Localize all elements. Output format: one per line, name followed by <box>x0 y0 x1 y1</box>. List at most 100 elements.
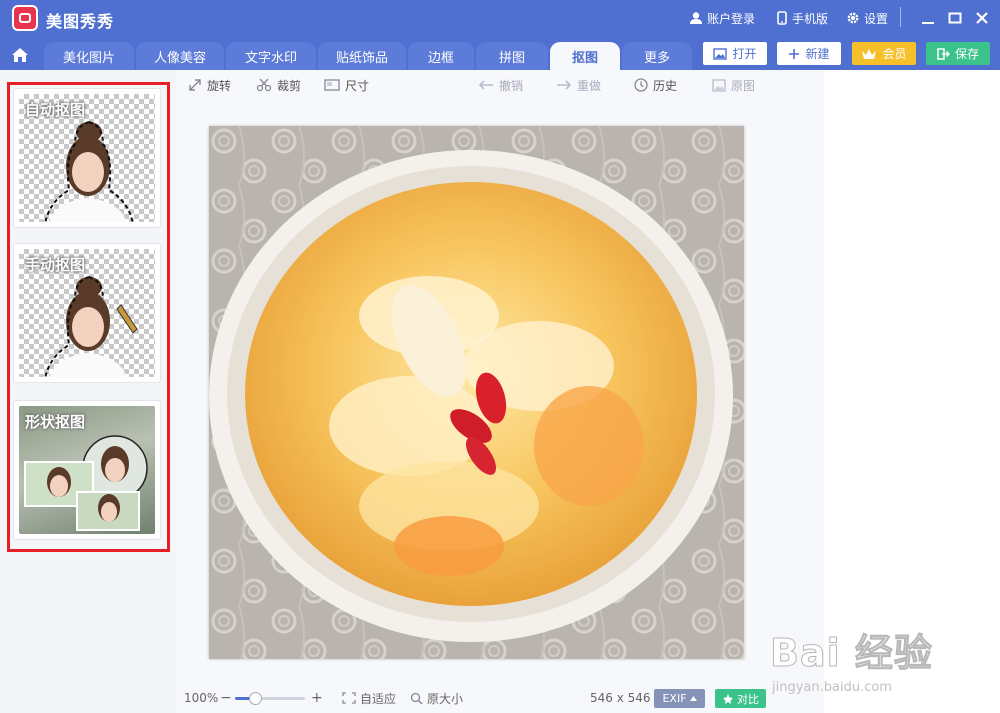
mobile-version-button[interactable]: 手机版 <box>776 9 828 27</box>
tab-text-watermark[interactable]: 文字水印 <box>226 42 316 70</box>
magnifier-icon <box>410 692 423 705</box>
home-icon <box>12 48 28 62</box>
shape-cutout-label: 形状抠图 <box>25 413 86 431</box>
clock-icon <box>634 78 648 92</box>
redo-tool[interactable]: 重做 <box>556 77 601 93</box>
zoom-slider[interactable] <box>235 692 305 705</box>
fit-window-button[interactable]: 自适应 <box>342 690 396 706</box>
rotate-label: 旋转 <box>207 78 232 93</box>
shape-cutout-thumbnail: 形状抠图 <box>19 406 155 534</box>
settings-button[interactable]: 设置 <box>846 9 888 27</box>
size-tool[interactable]: 尺寸 <box>324 77 369 93</box>
tab-label: 更多 <box>643 50 670 66</box>
size-label: 尺寸 <box>345 78 370 93</box>
tab-beautify[interactable]: 美化图片 <box>44 42 134 70</box>
home-button[interactable] <box>8 44 32 66</box>
soup-bowl-photo[interactable] <box>209 126 744 659</box>
undo-tool[interactable]: 撤销 <box>478 77 523 93</box>
tab-label: 人像美容 <box>153 50 206 66</box>
minimize-button[interactable] <box>918 8 938 28</box>
zoom-slider-knob[interactable] <box>248 692 262 705</box>
tab-label: 拼图 <box>498 50 525 66</box>
tab-portrait[interactable]: 人像美容 <box>136 42 224 70</box>
tab-label: 边框 <box>427 50 454 66</box>
rotate-icon <box>189 79 201 91</box>
phone-icon <box>777 11 787 25</box>
resize-icon <box>324 79 340 91</box>
redo-label: 重做 <box>577 78 602 93</box>
open-button[interactable]: 打开 <box>703 42 767 65</box>
manual-cutout-thumbnail: 手动抠图 <box>19 249 155 377</box>
app-logo <box>12 5 38 31</box>
tab-collage[interactable]: 拼图 <box>476 42 548 70</box>
actual-size-label: 原大小 <box>427 691 464 706</box>
maximize-button[interactable] <box>945 8 965 28</box>
cutout-mode-panel: 自动抠图 手动抠图 形状抠图 <box>0 70 176 713</box>
original-label: 原图 <box>731 78 756 93</box>
mobile-version-label: 手机版 <box>792 11 829 26</box>
user-icon <box>690 12 702 24</box>
auto-cutout-card[interactable]: 自动抠图 <box>13 88 161 228</box>
auto-cutout-thumbnail: 自动抠图 <box>19 94 155 222</box>
zoom-in-button[interactable]: + <box>311 690 323 706</box>
caret-up-icon <box>689 696 697 701</box>
status-bar: 100% − + 自适应 原大小 546 x 546 EXIF 对比 <box>176 683 824 713</box>
tab-more[interactable]: 更多 <box>622 42 692 70</box>
crop-label: 裁剪 <box>277 78 302 93</box>
original-tool[interactable]: 原图 <box>712 77 755 93</box>
image-dimensions: 546 x 546 <box>590 691 651 705</box>
tab-cutout[interactable]: 抠图 <box>550 42 620 70</box>
edit-toolbar: 旋转 裁剪 尺寸 撤销 重做 历史 原图 <box>176 70 824 100</box>
exif-label: EXIF <box>662 692 687 705</box>
save-label: 保存 <box>954 47 979 61</box>
tab-frames[interactable]: 边框 <box>408 42 474 70</box>
zoom-level: 100% <box>184 691 219 705</box>
app-title: 美图秀秀 <box>46 12 115 31</box>
gear-icon <box>847 12 859 24</box>
tab-label: 抠图 <box>571 50 598 66</box>
history-tool[interactable]: 历史 <box>634 77 677 93</box>
export-icon <box>937 47 950 60</box>
manual-cutout-label: 手动抠图 <box>25 256 86 274</box>
manual-cutout-card[interactable]: 手动抠图 <box>13 243 161 383</box>
account-login-label: 账户登录 <box>707 11 756 26</box>
actual-size-button[interactable]: 原大小 <box>410 690 463 706</box>
close-button[interactable] <box>972 8 992 28</box>
fit-label: 自适应 <box>360 691 397 706</box>
shape-cutout-card[interactable]: 形状抠图 <box>13 400 161 540</box>
crown-icon <box>862 48 877 59</box>
zoom-out-button[interactable]: − <box>220 690 232 706</box>
save-button[interactable]: 保存 <box>926 42 990 65</box>
tab-stickers[interactable]: 贴纸饰品 <box>318 42 406 70</box>
undo-icon <box>478 80 493 90</box>
rotate-tool[interactable]: 旋转 <box>188 77 231 93</box>
titlebar-divider <box>900 7 901 27</box>
compare-icon <box>723 693 733 704</box>
minimize-icon <box>922 22 934 24</box>
history-label: 历史 <box>653 78 678 93</box>
title-bar: 美图秀秀 账户登录 手机版 设置 <box>0 0 1000 36</box>
vip-label: 会员 <box>882 47 907 61</box>
tab-label: 文字水印 <box>244 50 297 66</box>
right-empty-area <box>824 70 1000 713</box>
compare-button[interactable]: 对比 <box>715 689 766 708</box>
open-label: 打开 <box>732 47 757 61</box>
scissors-icon <box>256 78 272 92</box>
main-tab-bar: 美化图片 人像美容 文字水印 贴纸饰品 边框 拼图 抠图 更多 打开 新建 会员… <box>0 36 1000 70</box>
crop-tool[interactable]: 裁剪 <box>256 77 301 93</box>
fit-icon <box>342 692 356 704</box>
new-button[interactable]: 新建 <box>777 42 841 65</box>
picture-icon <box>712 78 726 92</box>
close-icon <box>976 12 988 24</box>
tab-label: 贴纸饰品 <box>335 50 388 66</box>
new-label: 新建 <box>805 47 830 61</box>
tab-label: 美化图片 <box>62 50 115 66</box>
redo-icon <box>557 80 572 90</box>
vip-button[interactable]: 会员 <box>852 42 916 65</box>
image-icon <box>713 47 728 60</box>
plus-icon <box>789 48 800 59</box>
exif-button[interactable]: EXIF <box>654 689 705 708</box>
compare-label: 对比 <box>737 692 759 706</box>
settings-label: 设置 <box>864 11 889 26</box>
account-login-button[interactable]: 账户登录 <box>689 9 755 27</box>
